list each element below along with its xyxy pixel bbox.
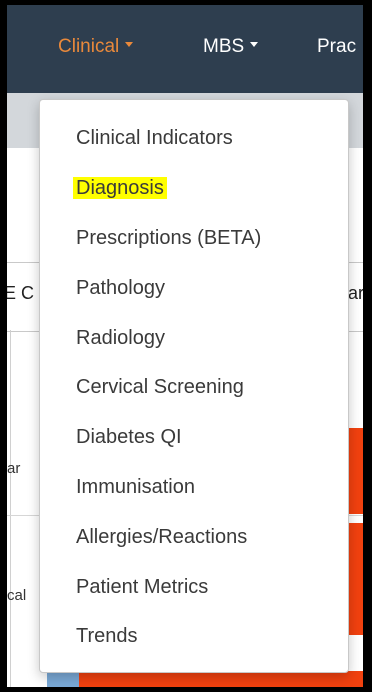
nav-clinical[interactable]: Clinical [58,31,134,63]
menu-item-label: Prescriptions (BETA) [76,227,262,249]
menu-item-label: Immunisation [76,476,195,498]
menu-item-label: Pathology [76,277,165,299]
table-divider [10,330,11,687]
nav-practice[interactable]: Prac [317,31,356,63]
menu-item-label: Cervical Screening [76,376,244,398]
header-fragment-right: ar [348,283,363,303]
nav-practice-label: Prac [317,36,357,57]
menu-item-prescriptions[interactable]: Prescriptions (BETA) [76,221,261,255]
chart-bar-blue [47,671,79,687]
chart-bar [79,671,363,687]
chart-bar [347,523,363,635]
menu-item-label: Trends [76,625,138,647]
menu-item-trends[interactable]: Trends [76,619,138,653]
menu-item-label: Diagnosis [73,177,167,199]
header-fragment-left: E C [7,283,35,303]
menu-item-allergies-reactions[interactable]: Allergies/Reactions [76,520,247,554]
app-window: Clinical MBS Prac E C ar ar cal Clinical… [7,5,363,687]
chart-bar [347,428,363,514]
menu-item-label: Patient Metrics [76,576,209,598]
menu-item-cervical-screening[interactable]: Cervical Screening [76,370,244,404]
nav-mbs[interactable]: MBS [203,31,259,63]
row-label-fragment: ar [7,460,21,477]
top-navbar: Clinical MBS Prac [7,5,363,93]
nav-mbs-label: MBS [203,36,245,57]
menu-item-radiology[interactable]: Radiology [76,321,165,355]
caret-down-icon [250,42,259,48]
menu-item-label: Diabetes QI [76,426,182,448]
menu-item-patient-metrics[interactable]: Patient Metrics [76,570,208,604]
menu-item-pathology[interactable]: Pathology [76,271,165,305]
clinical-dropdown-menu: Clinical Indicators Diagnosis Prescripti… [39,99,349,673]
row-label-fragment: cal [7,587,27,604]
menu-item-diabetes-qi[interactable]: Diabetes QI [76,420,182,454]
menu-item-diagnosis[interactable]: Diagnosis [73,171,167,205]
menu-item-label: Radiology [76,327,165,349]
menu-item-immunisation[interactable]: Immunisation [76,470,195,504]
caret-down-icon [125,42,134,48]
nav-clinical-label: Clinical [58,36,120,57]
menu-item-clinical-indicators[interactable]: Clinical Indicators [76,121,233,155]
menu-item-label: Allergies/Reactions [76,526,248,548]
menu-item-label: Clinical Indicators [76,127,233,149]
